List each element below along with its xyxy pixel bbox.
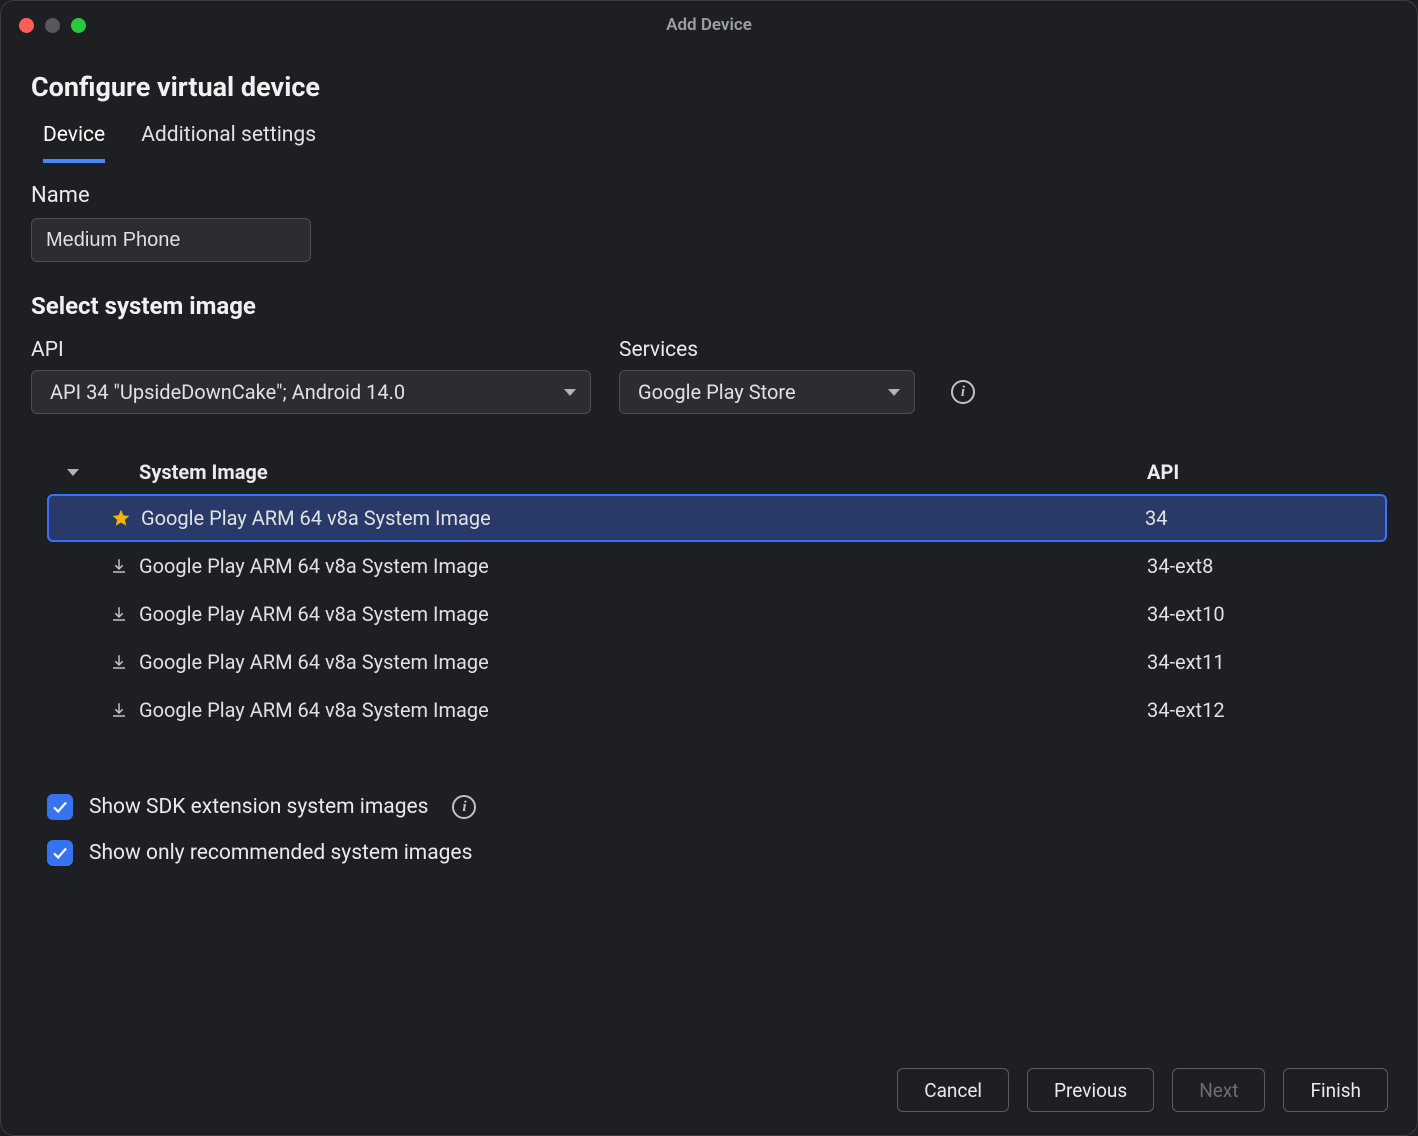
column-header-api[interactable]: API xyxy=(1147,460,1387,484)
services-label: Services xyxy=(619,338,915,362)
titlebar: Add Device xyxy=(1,1,1417,49)
table-row[interactable]: Google Play ARM 64 v8a System Image34 xyxy=(47,494,1387,542)
finish-button[interactable]: Finish xyxy=(1283,1068,1388,1112)
chevron-down-icon xyxy=(888,389,900,396)
table-row[interactable]: Google Play ARM 64 v8a System Image34-ex… xyxy=(47,686,1387,734)
table-row[interactable]: Google Play ARM 64 v8a System Image34-ex… xyxy=(47,542,1387,590)
star-icon xyxy=(101,508,141,528)
system-image-name: Google Play ARM 64 v8a System Image xyxy=(141,506,1145,530)
show-sdk-extension-row: Show SDK extension system images i xyxy=(47,794,1387,820)
tab-device[interactable]: Device xyxy=(43,123,105,163)
footer-buttons: Cancel Previous Next Finish xyxy=(897,1068,1388,1112)
api-select[interactable]: API 34 "UpsideDownCake"; Android 14.0 xyxy=(31,370,591,414)
system-image-api: 34-ext11 xyxy=(1147,650,1387,674)
minimize-icon[interactable] xyxy=(45,18,60,33)
system-image-api: 34-ext8 xyxy=(1147,554,1387,578)
show-recommended-row: Show only recommended system images xyxy=(47,840,1387,866)
info-icon[interactable]: i xyxy=(951,380,975,404)
maximize-icon[interactable] xyxy=(71,18,86,33)
chevron-down-icon xyxy=(564,389,576,396)
name-label: Name xyxy=(31,183,1387,208)
close-icon[interactable] xyxy=(19,18,34,33)
show-sdk-extension-label: Show SDK extension system images xyxy=(89,795,428,819)
system-image-name: Google Play ARM 64 v8a System Image xyxy=(139,650,1147,674)
page-title: Configure virtual device xyxy=(31,71,1387,103)
system-image-name: Google Play ARM 64 v8a System Image xyxy=(139,602,1147,626)
tab-additional-settings[interactable]: Additional settings xyxy=(141,123,316,163)
download-icon[interactable] xyxy=(99,557,139,575)
show-recommended-checkbox[interactable] xyxy=(47,840,73,866)
download-icon[interactable] xyxy=(99,701,139,719)
system-image-api: 34 xyxy=(1145,506,1385,530)
system-image-api: 34-ext10 xyxy=(1147,602,1387,626)
system-image-api: 34-ext12 xyxy=(1147,698,1387,722)
system-image-name: Google Play ARM 64 v8a System Image xyxy=(139,554,1147,578)
api-label: API xyxy=(31,338,591,362)
select-system-image-heading: Select system image xyxy=(31,292,1387,320)
download-icon[interactable] xyxy=(99,605,139,623)
info-icon[interactable]: i xyxy=(452,795,476,819)
services-select[interactable]: Google Play Store xyxy=(619,370,915,414)
system-image-table: System Image API Google Play ARM 64 v8a … xyxy=(31,460,1387,734)
cancel-button[interactable]: Cancel xyxy=(897,1068,1009,1112)
download-icon[interactable] xyxy=(99,653,139,671)
name-input[interactable] xyxy=(31,218,311,262)
window-controls xyxy=(19,18,86,33)
column-header-system-image[interactable]: System Image xyxy=(139,460,1147,484)
services-select-value: Google Play Store xyxy=(638,380,796,404)
window-title: Add Device xyxy=(1,15,1417,35)
table-row[interactable]: Google Play ARM 64 v8a System Image34-ex… xyxy=(47,638,1387,686)
show-recommended-label: Show only recommended system images xyxy=(89,841,472,865)
table-header: System Image API xyxy=(47,460,1387,494)
show-sdk-extension-checkbox[interactable] xyxy=(47,794,73,820)
table-row[interactable]: Google Play ARM 64 v8a System Image34-ex… xyxy=(47,590,1387,638)
api-select-value: API 34 "UpsideDownCake"; Android 14.0 xyxy=(50,380,405,404)
next-button: Next xyxy=(1172,1068,1265,1112)
system-image-name: Google Play ARM 64 v8a System Image xyxy=(139,698,1147,722)
tab-bar: Device Additional settings xyxy=(43,123,1387,163)
chevron-down-icon[interactable] xyxy=(67,469,79,476)
previous-button[interactable]: Previous xyxy=(1027,1068,1154,1112)
